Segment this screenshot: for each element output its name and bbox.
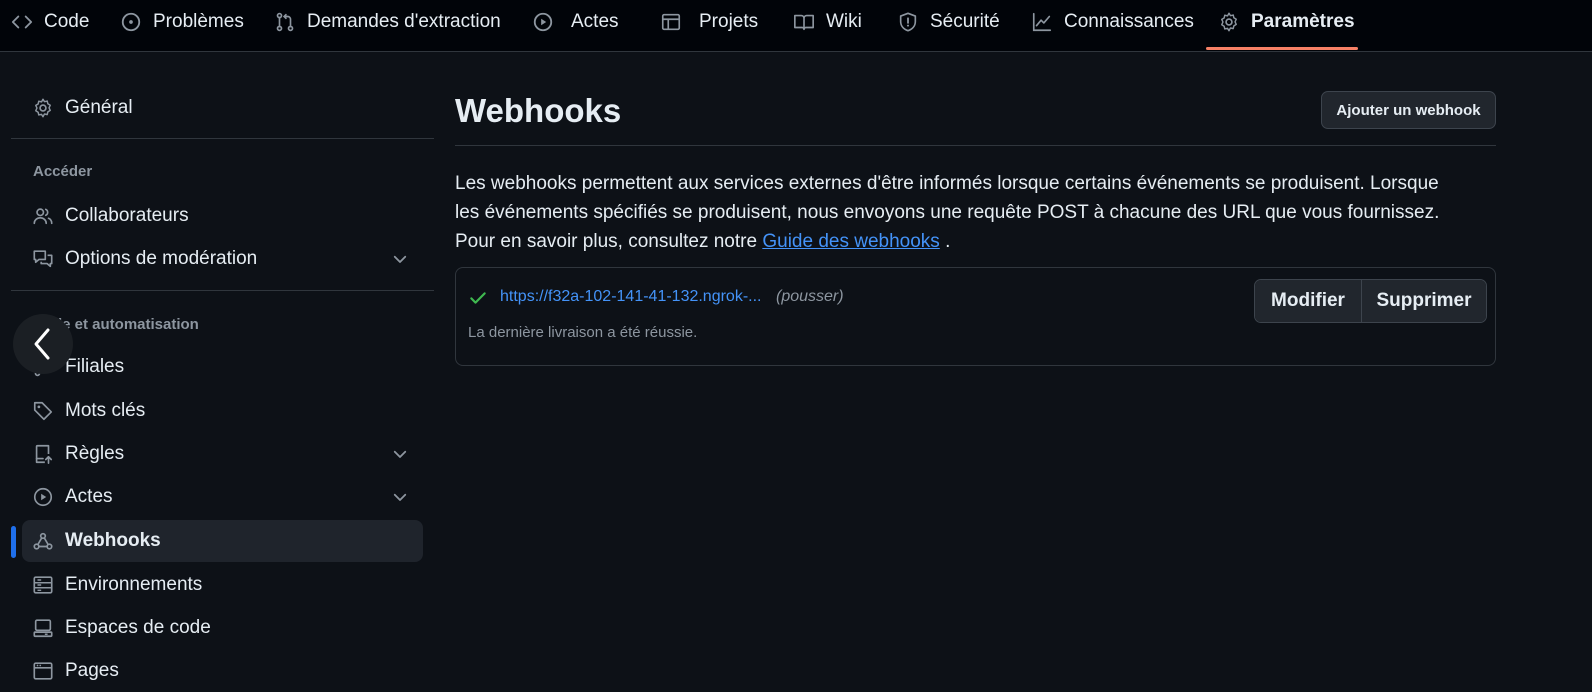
tab-insights[interactable]: Connaissances bbox=[1031, 0, 1194, 44]
tab-wiki[interactable]: Wiki bbox=[793, 0, 862, 44]
webhook-events: (pousser) bbox=[776, 288, 844, 305]
chevron-down-icon bbox=[393, 450, 407, 458]
sidebar-item-moderation-options[interactable]: Options de modération bbox=[22, 238, 423, 280]
sidebar-item-pages[interactable]: Pages bbox=[22, 650, 423, 692]
sidebar-item-label: Filiales bbox=[65, 356, 125, 377]
chevron-down-icon bbox=[393, 255, 407, 263]
description-end: . bbox=[939, 231, 951, 252]
tab-actions[interactable]: Actes bbox=[532, 0, 619, 44]
tab-pull-requests[interactable]: Demandes d'extraction bbox=[274, 0, 501, 44]
tab-label: Projets bbox=[699, 11, 759, 32]
sidebar-item-collaborators[interactable]: Collaborateurs bbox=[22, 195, 423, 237]
pull-request-icon bbox=[276, 12, 294, 32]
sidebar-item-label: Actes bbox=[65, 486, 113, 507]
chevron-left-icon bbox=[34, 328, 50, 360]
delete-webhook-button[interactable]: Supprimer bbox=[1362, 280, 1486, 322]
webhook-actions: Modifier Supprimer bbox=[1254, 279, 1487, 323]
sidebar-item-environments[interactable]: Environnements bbox=[22, 564, 423, 606]
selected-item-marker bbox=[11, 526, 16, 558]
webhooks-guide-link[interactable]: Guide des webhooks bbox=[762, 231, 939, 252]
codespaces-icon bbox=[33, 619, 53, 638]
sidebar-item-codespaces[interactable]: Espaces de code bbox=[22, 607, 423, 649]
check-icon bbox=[470, 292, 486, 304]
active-tab-underline bbox=[1206, 47, 1358, 50]
tab-label: Actes bbox=[571, 11, 619, 32]
sidebar-heading-access: Accéder bbox=[33, 163, 93, 180]
play-icon bbox=[533, 12, 553, 32]
sidebar-item-label: Règles bbox=[65, 443, 125, 464]
gear-icon bbox=[35, 98, 51, 118]
sidebar-divider bbox=[11, 290, 434, 291]
webhook-url-link[interactable]: https://f32a-102-141-41-132.ngrok-... bbox=[500, 288, 762, 306]
tab-issues[interactable]: Problèmes bbox=[120, 0, 244, 44]
repo-push-icon bbox=[35, 444, 53, 464]
gear-icon bbox=[1221, 12, 1237, 32]
tab-label: Paramètres bbox=[1251, 11, 1355, 32]
tab-projects[interactable]: Projets bbox=[660, 0, 758, 44]
add-webhook-button[interactable]: Ajouter un webhook bbox=[1321, 91, 1496, 129]
webhook-list-item: https://f32a-102-141-41-132.ngrok-... (p… bbox=[455, 267, 1496, 366]
sidebar-item-tags[interactable]: Mots clés bbox=[22, 390, 423, 432]
sidebar-item-label: Général bbox=[65, 97, 133, 118]
webhooks-description: Les webhooks permettent aux services ext… bbox=[455, 169, 1455, 256]
sidebar-item-label: Environnements bbox=[65, 574, 203, 595]
sidebar-item-label: Pages bbox=[65, 660, 119, 681]
server-icon bbox=[33, 576, 53, 594]
code-icon bbox=[11, 15, 33, 29]
sidebar-item-label: Collaborateurs bbox=[65, 205, 189, 226]
sidebar-item-label: Espaces de code bbox=[65, 617, 211, 638]
tab-security[interactable]: Sécurité bbox=[897, 0, 1000, 44]
page-title: Webhooks bbox=[455, 92, 622, 129]
webhook-icon bbox=[33, 532, 53, 550]
webhook-delivery-status: La dernière livraison a été réussie. bbox=[468, 324, 698, 341]
back-button[interactable] bbox=[13, 314, 73, 374]
tab-label: Demandes d'extraction bbox=[307, 11, 501, 32]
issue-icon bbox=[121, 12, 141, 32]
tag-icon bbox=[33, 401, 53, 421]
tab-code[interactable]: Code bbox=[11, 0, 89, 44]
sidebar-item-rules[interactable]: Règles bbox=[22, 433, 423, 475]
tab-label: Code bbox=[44, 11, 90, 32]
graph-icon bbox=[1032, 12, 1052, 32]
play-icon bbox=[33, 487, 53, 507]
edit-webhook-button[interactable]: Modifier bbox=[1255, 280, 1362, 322]
browser-icon bbox=[33, 662, 53, 680]
chevron-down-icon bbox=[393, 493, 407, 501]
tab-label: Problèmes bbox=[153, 11, 244, 32]
sidebar-item-general[interactable]: Général bbox=[22, 87, 423, 129]
tab-settings[interactable]: Paramètres bbox=[1218, 0, 1355, 44]
shield-icon bbox=[899, 12, 917, 32]
sidebar-divider bbox=[11, 138, 434, 139]
sidebar-item-label: Options de modération bbox=[65, 248, 258, 269]
sidebar-item-webhooks[interactable]: Webhooks bbox=[22, 520, 423, 562]
tab-label: Connaissances bbox=[1064, 11, 1194, 32]
people-icon bbox=[33, 208, 53, 225]
book-icon bbox=[794, 14, 814, 31]
comment-discussion-icon bbox=[33, 250, 53, 268]
sidebar-item-branches[interactable]: Filiales bbox=[22, 346, 423, 388]
sidebar-item-actions[interactable]: Actes bbox=[22, 476, 423, 518]
header-divider bbox=[455, 145, 1496, 146]
repo-nav: Code Problèmes Demandes d'extraction Act… bbox=[0, 0, 1592, 52]
table-icon bbox=[661, 13, 681, 31]
sidebar-item-label: Mots clés bbox=[65, 400, 146, 421]
sidebar-item-label: Webhooks bbox=[65, 530, 161, 551]
tab-label: Wiki bbox=[826, 11, 862, 32]
tab-label: Sécurité bbox=[930, 11, 1000, 32]
